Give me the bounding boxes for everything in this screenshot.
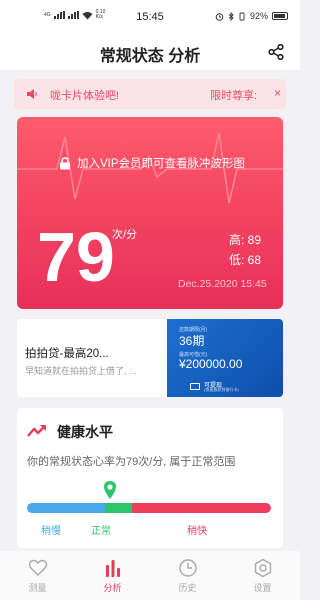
battery-icon	[272, 12, 288, 20]
gear-icon	[254, 558, 271, 578]
range-normal-segment	[105, 503, 132, 513]
ad-description: 早知道就在拍拍贷上借了, ...	[25, 366, 137, 376]
bottom-tab-bar: 测量 分析 历史 设置	[0, 551, 300, 600]
tab-label: 历史	[178, 583, 197, 593]
ad-cta-sub: (快速放款到银行卡)	[204, 387, 239, 392]
range-fast-segment	[131, 503, 271, 513]
bpm-unit: 次/分	[112, 229, 138, 241]
banner-cta[interactable]: 限时尊享:	[210, 87, 257, 103]
ad-title: 拍拍贷-最高20...	[25, 348, 109, 360]
tab-label: 测量	[28, 583, 47, 593]
vibrate-icon	[239, 12, 245, 20]
lock-icon	[60, 156, 70, 169]
health-description: 你的常规状态心率为79次/分, 属于正常范围	[27, 456, 236, 468]
bpm-value: 79	[37, 218, 115, 296]
trend-up-icon	[27, 425, 46, 437]
ad-card[interactable]: 拍拍贷-最高20... 早知道就在拍拍贷上借了, ... 还款期限(月) 36期…	[17, 319, 283, 397]
range-label-slow: 稍慢	[41, 526, 61, 537]
tab-analysis[interactable]: 分析	[75, 551, 150, 600]
wallet-icon	[190, 383, 200, 390]
banner-text: 咙卡片体验吧!	[50, 90, 120, 102]
bluetooth-icon	[228, 11, 234, 21]
battery-percent: 92%	[249, 11, 268, 21]
health-title: 健康水平	[57, 424, 113, 440]
heart-rate-card: 加入VIP会员即可查看脉冲波形图 79 次/分 高: 89 低: 68 Dec.…	[17, 117, 283, 309]
promo-banner[interactable]: 咙卡片体验吧! 限时尊享: ×	[14, 79, 286, 109]
range-label-fast: 稍快	[187, 526, 207, 537]
page-title: 常规状态 分析	[99, 48, 201, 65]
ad-term-value: 36期	[179, 334, 205, 348]
range-bar	[27, 503, 271, 513]
status-right: 92%	[215, 11, 288, 21]
ad-image: 还款期限(月) 36期 最高可借(元) ¥200000.00 可提现 (快速放款…	[167, 319, 283, 397]
current-position-marker-icon	[103, 481, 116, 499]
share-icon[interactable]	[268, 44, 284, 60]
clock-icon	[178, 559, 197, 577]
vip-prompt[interactable]: 加入VIP会员即可查看脉冲波形图	[59, 155, 245, 171]
measurement-timestamp: Dec.25.2020 15:45	[178, 278, 267, 290]
health-level-card: 健康水平 你的常规状态心率为79次/分, 属于正常范围 稍慢 正常 稍快	[17, 408, 283, 548]
heart-icon	[28, 559, 47, 576]
status-bar: 4G 0.10 K/s 15:45 92%	[0, 0, 300, 34]
bpm-low: 低: 68	[229, 253, 262, 267]
vip-text: 加入VIP会员即可查看脉冲波形图	[77, 158, 246, 170]
range-label-normal: 正常	[91, 526, 111, 537]
chart-icon	[105, 560, 120, 577]
tab-history[interactable]: 历史	[150, 551, 225, 600]
speaker-icon	[27, 89, 37, 99]
bpm-high: 高: 89	[229, 233, 262, 247]
tab-label: 设置	[253, 583, 272, 593]
banner-close-button[interactable]: ×	[274, 86, 281, 100]
alarm-icon	[215, 12, 224, 21]
tab-measure[interactable]: 测量	[0, 551, 75, 600]
range-slow-segment	[27, 503, 106, 513]
tab-label: 分析	[103, 583, 122, 593]
tab-settings[interactable]: 设置	[225, 551, 300, 600]
page-header: 常规状态 分析	[0, 34, 300, 70]
ad-amount-value: ¥200000.00	[179, 357, 243, 371]
